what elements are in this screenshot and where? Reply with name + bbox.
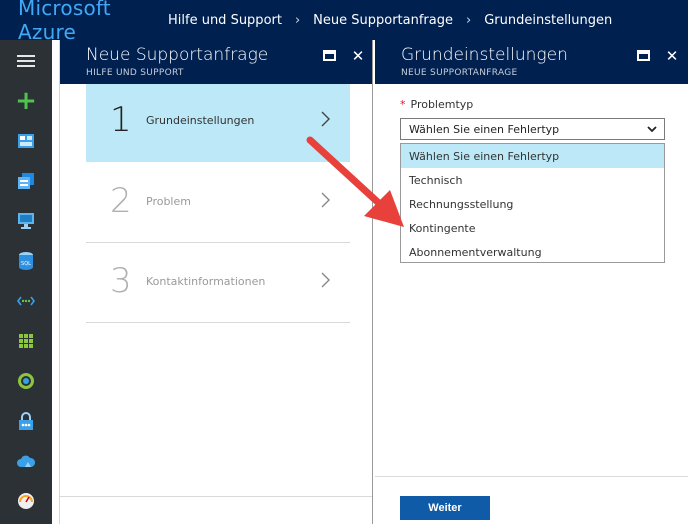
required-marker: * [400,98,406,111]
step-number: 1 [110,100,132,140]
all-resources-icon[interactable] [13,328,39,354]
brand-logo[interactable]: Microsoft Azure [0,0,168,44]
problemtyp-dropdown: Wählen Sie einen Fehlertyp Technisch Rec… [400,143,665,263]
step-kontaktinformationen[interactable]: 3 Kontaktinformationen [86,245,350,323]
blade-subtitle: HILFE UND SUPPORT [86,68,184,78]
step-label: Grundeinstellungen [146,114,255,127]
menu-icon[interactable] [13,48,39,74]
option-abonnementverwaltung[interactable]: Abonnementverwaltung [401,240,664,264]
step-number: 2 [110,181,132,221]
step-label: Kontaktinformationen [146,275,266,288]
maximize-icon[interactable] [634,47,652,65]
chevron-right-icon [321,272,330,288]
option-fehlertyp[interactable]: Wählen Sie einen Fehlertyp [401,144,664,168]
security-icon[interactable] [13,408,39,434]
step-label: Problem [146,195,191,208]
problemtyp-select[interactable]: Wählen Sie einen Fehlertyp [400,118,665,140]
option-rechnungsstellung[interactable]: Rechnungsstellung [401,192,664,216]
blade-title: Neue Supportanfrage [86,45,269,65]
option-technisch[interactable]: Technisch [401,168,664,192]
step-number: 3 [110,261,132,301]
weiter-button[interactable]: Weiter [400,496,490,520]
virtual-network-icon[interactable] [13,288,39,314]
chevron-down-icon [647,126,657,133]
chevron-right-icon: › [294,12,301,28]
top-bar: Microsoft Azure Hilfe und Support › Neue… [0,0,688,44]
left-nav-rail: + SQL [0,40,52,524]
resource-groups-icon[interactable] [13,168,39,194]
option-kontingente[interactable]: Kontingente [401,216,664,240]
step-grundeinstellungen[interactable]: 1 Grundeinstellungen [86,84,350,162]
close-icon[interactable]: ✕ [349,47,367,65]
blade-neue-supportanfrage: Neue Supportanfrage HILFE UND SUPPORT ✕ … [59,40,373,524]
select-value: Wählen Sie einen Fehlertyp [409,123,560,136]
close-icon[interactable]: ✕ [663,47,681,65]
breadcrumb-item-hilfe[interactable]: Hilfe und Support [168,13,282,28]
problemtyp-label: * Problemtyp [400,98,473,111]
field-label-text: Problemtyp [410,98,474,111]
virtual-machines-icon[interactable] [13,208,39,234]
svg-text:SQL: SQL [21,261,31,267]
app-service-icon[interactable] [13,368,39,394]
step-problem[interactable]: 2 Problem [86,165,350,243]
blade-header: Grundeinstellungen NEUE SUPPORTANFRAGE ✕ [375,40,688,84]
breadcrumb-item-grundeinstellungen[interactable]: Grundeinstellungen [484,13,612,28]
blade-title: Grundeinstellungen [401,45,568,65]
chevron-right-icon [321,192,330,208]
blade-footer-divider [375,476,688,477]
blade-header: Neue Supportanfrage HILFE UND SUPPORT ✕ [60,40,372,84]
cloud-services-icon[interactable] [13,448,39,474]
blade-subtitle: NEUE SUPPORTANFRAGE [401,68,518,78]
breadcrumb: Hilfe und Support › Neue Supportanfrage … [168,13,612,28]
blade-footer-divider [60,496,372,497]
dashboard-icon[interactable] [13,128,39,154]
maximize-icon[interactable] [320,47,338,65]
add-icon[interactable]: + [13,88,39,114]
sql-database-icon[interactable]: SQL [13,248,39,274]
chevron-right-icon: › [466,12,472,28]
chevron-right-icon [321,111,330,127]
breadcrumb-item-neue-supportanfrage[interactable]: Neue Supportanfrage [313,13,453,28]
blade-grundeinstellungen: Grundeinstellungen NEUE SUPPORTANFRAGE ✕… [375,40,688,524]
advisor-icon[interactable] [13,488,39,514]
